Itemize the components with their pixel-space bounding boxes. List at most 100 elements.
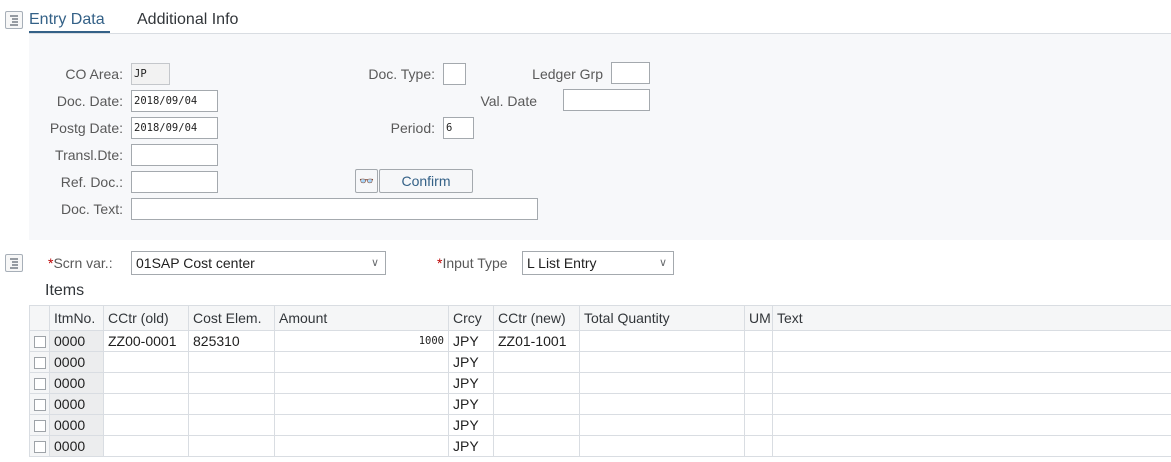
cell-amount[interactable] xyxy=(274,435,449,457)
input-type-value: L List Entry xyxy=(527,255,597,271)
postg-date-field[interactable]: 2018/09/04 xyxy=(131,117,218,139)
scrn-var-value: 01SAP Cost center xyxy=(136,255,255,271)
cell-text[interactable] xyxy=(772,330,1171,352)
cell-cctr-new[interactable] xyxy=(493,393,580,415)
cell-text[interactable] xyxy=(772,435,1171,457)
co-area-field[interactable]: JP xyxy=(131,63,170,85)
cell-text[interactable] xyxy=(772,372,1171,394)
table-row: 0000 JPY xyxy=(29,351,1171,373)
ledger-grp-field[interactable] xyxy=(611,62,650,84)
cell-cctr-old[interactable] xyxy=(103,393,189,415)
cell-itmno[interactable]: 0000 xyxy=(49,414,104,436)
cell-crcy[interactable]: JPY xyxy=(448,393,494,415)
items-title: Items xyxy=(45,282,85,299)
row-select-checkbox[interactable] xyxy=(29,330,50,352)
cell-itmno[interactable]: 0000 xyxy=(49,351,104,373)
cell-itmno[interactable]: 0000 xyxy=(49,435,104,457)
cell-amount[interactable] xyxy=(274,372,449,394)
cell-um[interactable] xyxy=(744,414,773,436)
cell-text[interactable] xyxy=(772,393,1171,415)
cell-itmno[interactable]: 0000 xyxy=(49,372,104,394)
row-select-checkbox[interactable] xyxy=(29,351,50,373)
doc-type-field[interactable] xyxy=(443,63,466,85)
cell-cost-elem[interactable] xyxy=(188,435,275,457)
cell-cctr-new[interactable] xyxy=(493,414,580,436)
cell-cost-elem[interactable] xyxy=(188,351,275,373)
table-row: 0000 JPY xyxy=(29,393,1171,415)
cell-text[interactable] xyxy=(772,414,1171,436)
doc-date-label: Doc. Date: xyxy=(56,93,123,109)
collapse-icon xyxy=(10,15,18,26)
cell-total-quantity[interactable] xyxy=(579,372,745,394)
cell-cctr-new[interactable] xyxy=(493,435,580,457)
cell-cost-elem[interactable] xyxy=(188,414,275,436)
cell-amount[interactable]: 1000 xyxy=(274,330,449,352)
period-field[interactable]: 6 xyxy=(443,117,474,139)
cell-cctr-new[interactable] xyxy=(493,351,580,373)
cell-cctr-old[interactable] xyxy=(103,351,189,373)
cell-crcy[interactable]: JPY xyxy=(448,414,494,436)
cell-crcy[interactable]: JPY xyxy=(448,330,494,352)
column-header[interactable]: Cost Elem. xyxy=(188,305,275,331)
cell-total-quantity[interactable] xyxy=(579,414,745,436)
cell-total-quantity[interactable] xyxy=(579,351,745,373)
column-header[interactable]: CCtr (old) xyxy=(103,305,189,331)
tab-entry-data[interactable]: Entry Data xyxy=(29,11,105,29)
chevron-down-icon: ∨ xyxy=(658,257,667,269)
row-select-checkbox[interactable] xyxy=(29,393,50,415)
transl-date-field[interactable] xyxy=(131,144,218,166)
checkbox-icon xyxy=(33,357,46,370)
val-date-field[interactable] xyxy=(563,89,650,111)
cell-cctr-old[interactable] xyxy=(103,414,189,436)
ref-doc-field[interactable] xyxy=(131,171,218,193)
cell-total-quantity[interactable] xyxy=(579,393,745,415)
cell-total-quantity[interactable] xyxy=(579,435,745,457)
collapse-header-button[interactable] xyxy=(5,11,23,29)
cell-text[interactable] xyxy=(772,351,1171,373)
cell-amount[interactable] xyxy=(274,351,449,373)
column-header[interactable]: CCtr (new) xyxy=(493,305,580,331)
column-header[interactable]: ItmNo. xyxy=(49,305,104,331)
cell-cctr-old[interactable]: ZZ00-0001 xyxy=(103,330,189,352)
cell-cctr-new[interactable] xyxy=(493,372,580,394)
checkbox-icon xyxy=(33,399,46,412)
collapse-items-button[interactable] xyxy=(5,254,23,272)
column-header[interactable]: Total Quantity xyxy=(579,305,745,331)
binoculars-icon: 👓 xyxy=(359,174,374,188)
cell-um[interactable] xyxy=(744,351,773,373)
cell-um[interactable] xyxy=(744,372,773,394)
column-header[interactable]: UM xyxy=(744,305,773,331)
cell-cost-elem[interactable] xyxy=(188,372,275,394)
ledger-grp-label: Ledger Grp xyxy=(532,66,603,82)
cell-total-quantity[interactable] xyxy=(579,330,745,352)
cell-um[interactable] xyxy=(744,435,773,457)
doc-date-field[interactable]: 2018/09/04 xyxy=(131,90,218,112)
column-header[interactable]: Text xyxy=(772,305,1171,331)
cell-cost-elem[interactable]: 825310 xyxy=(188,330,275,352)
cell-um[interactable] xyxy=(744,393,773,415)
cell-cost-elem[interactable] xyxy=(188,393,275,415)
row-select-checkbox[interactable] xyxy=(29,414,50,436)
tab-additional-info[interactable]: Additional Info xyxy=(137,11,238,29)
row-select-checkbox[interactable] xyxy=(29,372,50,394)
row-select-checkbox[interactable] xyxy=(29,435,50,457)
cell-um[interactable] xyxy=(744,330,773,352)
select-all-column[interactable] xyxy=(29,305,50,331)
scrn-var-dropdown[interactable]: 01SAP Cost center ∨ xyxy=(131,251,386,275)
cell-cctr-new[interactable]: ZZ01-1001 xyxy=(493,330,580,352)
cell-amount[interactable] xyxy=(274,393,449,415)
cell-crcy[interactable]: JPY xyxy=(448,351,494,373)
cell-crcy[interactable]: JPY xyxy=(448,435,494,457)
input-type-dropdown[interactable]: L List Entry ∨ xyxy=(522,251,674,275)
cell-cctr-old[interactable] xyxy=(103,372,189,394)
cell-cctr-old[interactable] xyxy=(103,435,189,457)
column-header[interactable]: Crcy xyxy=(448,305,494,331)
search-button[interactable]: 👓 xyxy=(355,169,378,193)
cell-itmno[interactable]: 0000 xyxy=(49,393,104,415)
column-header[interactable]: Amount xyxy=(274,305,449,331)
confirm-button[interactable]: Confirm xyxy=(379,169,473,193)
cell-crcy[interactable]: JPY xyxy=(448,372,494,394)
cell-amount[interactable] xyxy=(274,414,449,436)
doc-text-field[interactable] xyxy=(131,198,538,220)
cell-itmno[interactable]: 0000 xyxy=(49,330,104,352)
